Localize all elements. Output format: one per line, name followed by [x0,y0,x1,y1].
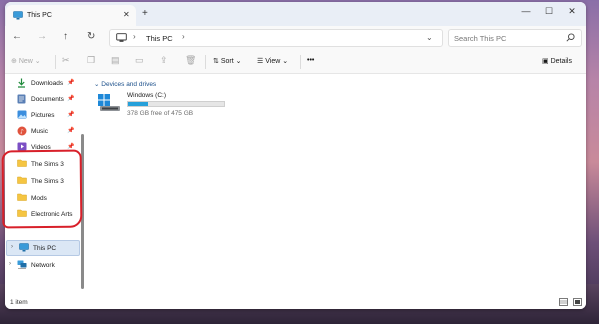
group-header-label: Devices and drives [101,81,157,88]
view-label: View [265,58,281,65]
sidebar-item-label: This PC [33,244,57,252]
sidebar-item-this-pc[interactable]: › This PC [6,240,80,256]
new-tab-icon[interactable]: + [142,8,148,19]
drive-free-space: 378 GB free of 475 GB [127,110,194,117]
chevron-right-icon[interactable]: › [9,261,11,267]
sort-icon: ⇅ [213,58,219,65]
annotation-highlight [1,149,83,229]
details-button[interactable]: ▣ Details [542,57,572,65]
sidebar-item-pictures[interactable]: Pictures 📌 [5,108,79,123]
monitor-icon [19,243,29,254]
sidebar-item-label: Music [31,127,48,135]
up-arrow-icon[interactable]: ↑ [63,31,68,42]
drive-icon [98,92,122,114]
new-button[interactable]: ⊕ New ⌄ [11,57,41,65]
sidebar-item-network[interactable]: › Network [5,258,79,273]
copy-icon[interactable]: ❐ [87,55,95,66]
divider [300,55,301,69]
details-view-icon[interactable] [559,298,568,308]
document-icon [17,94,26,106]
computer-icon [116,33,127,45]
sidebar-item-label: Downloads [31,79,64,87]
divider [55,55,56,69]
picture-icon [17,110,27,121]
sort-button[interactable]: ⇅ Sort ⌄ [213,57,241,65]
more-options-button[interactable]: ••• [307,57,314,64]
search-input[interactable]: Search This PC [448,29,582,47]
pin-icon: 📌 [67,80,75,86]
paste-icon[interactable]: ▤ [111,55,120,66]
minimize-button[interactable]: — [519,6,533,20]
view-icon: ☰ [257,58,264,65]
tab-title: This PC [27,12,52,19]
command-bar: ⊕ New ⌄ ✂ ❐ ▤ ▭ ⇪ 🗑 ⇅ Sort ⌄ ☰ View ⌄ ••… [5,50,586,74]
refresh-icon[interactable]: ↻ [87,31,95,42]
new-label: New [18,58,33,65]
drive-usage-bar [127,101,225,107]
drive-name: Windows (C:) [127,92,167,99]
file-explorer-window: This PC ✕ + — ☐ ✕ ← → ↑ ↻ › This PC › ⌄ … [5,2,586,309]
network-icon [17,260,27,271]
status-bar: 1 item [5,296,586,309]
share-icon[interactable]: ⇪ [160,55,168,66]
music-icon: ♪ [17,126,27,138]
search-placeholder: Search This PC [454,34,507,43]
sort-label: Sort [220,58,234,65]
forward-arrow-icon[interactable]: → [37,31,47,42]
drive-usage-fill [128,102,148,106]
sidebar-item-label: Documents [31,95,64,103]
sidebar-item-downloads[interactable]: Downloads 📌 [5,76,79,91]
close-tab-icon[interactable]: ✕ [123,10,130,19]
sidebar-item-documents[interactable]: Documents 📌 [5,92,79,107]
monitor-icon [13,11,23,22]
view-button[interactable]: ☰ View ⌄ [257,57,288,65]
chevron-right-icon[interactable]: › [133,32,136,41]
details-label: Details [550,58,572,65]
search-icon [566,33,575,44]
tiles-view-icon[interactable] [573,298,582,308]
divider [205,55,206,69]
svg-text:♪: ♪ [20,129,24,136]
tab-this-pc[interactable]: This PC ✕ [6,5,136,26]
details-pane-icon: ▣ [542,58,549,65]
download-icon [17,78,26,90]
sidebar-item-label: Network [31,261,55,269]
chevron-right-icon[interactable]: › [182,32,185,41]
pin-icon: 📌 [67,96,75,102]
breadcrumb-this-pc[interactable]: This PC [146,34,173,43]
address-bar[interactable]: › This PC › ⌄ [109,29,443,47]
cut-icon[interactable]: ✂ [62,55,70,66]
maximize-button[interactable]: ☐ [542,6,556,20]
rename-icon[interactable]: ▭ [135,55,144,66]
sidebar-item-music[interactable]: ♪ Music 📌 [5,124,79,139]
navigation-bar: ← → ↑ ↻ › This PC › ⌄ Search This PC [5,26,586,50]
item-count: 1 item [10,299,28,306]
back-arrow-icon[interactable]: ← [12,31,22,42]
pin-icon: 📌 [67,128,75,134]
close-button[interactable]: ✕ [565,6,579,20]
sidebar-item-label: Pictures [31,111,55,119]
chevron-down-icon[interactable]: ⌄ [94,81,99,88]
title-bar: This PC ✕ + — ☐ ✕ [5,2,586,26]
content-pane: ⌄ Devices and drives Windows (C:) 378 GB… [85,74,586,296]
chevron-down-icon[interactable]: ⌄ [426,33,433,42]
chevron-right-icon[interactable]: › [11,244,13,250]
pin-icon: 📌 [67,112,75,118]
delete-icon[interactable]: 🗑 [185,55,196,66]
group-header[interactable]: ⌄ Devices and drives [94,80,156,88]
